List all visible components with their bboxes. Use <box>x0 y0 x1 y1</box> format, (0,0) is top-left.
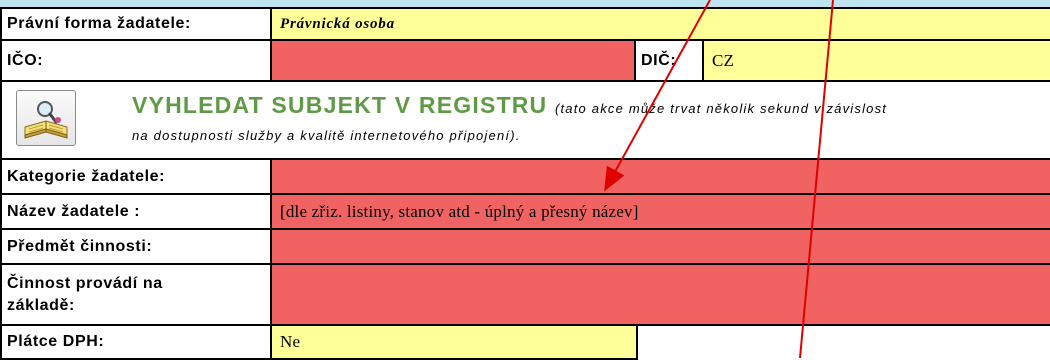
name-field[interactable]: [dle zřiz. listiny, stanov atd - úplný a… <box>272 195 1050 230</box>
subject-field[interactable] <box>272 230 1050 265</box>
vat-value: Ne <box>280 332 301 351</box>
name-label-text: Název žadatele : <box>7 202 141 220</box>
vat-field[interactable]: Ne <box>272 326 638 360</box>
row-basis: Činnost provádí na základě: <box>0 265 1050 326</box>
row-ico-dic: IČO: DIČ: CZ <box>0 41 1050 82</box>
dic-field[interactable]: CZ <box>704 41 1050 82</box>
registry-search-title-line: VYHLEDAT SUBJEKT V REGISTRU (tato akce m… <box>132 92 887 119</box>
legal-form-label-text: Právní forma žadatele: <box>7 15 191 32</box>
dic-value: CZ <box>712 50 735 70</box>
registry-search-row: VYHLEDAT SUBJEKT V REGISTRU (tato akce m… <box>0 82 1050 160</box>
registry-search-note-1: (tato akce může trvat několik sekund v z… <box>554 101 888 116</box>
row-category: Kategorie žadatele: <box>0 160 1050 195</box>
dic-label-text: DIČ: <box>641 51 677 69</box>
header-strip <box>0 0 1050 9</box>
registry-search-title[interactable]: VYHLEDAT SUBJEKT V REGISTRU <box>132 92 547 118</box>
ico-label: IČO: <box>0 41 272 82</box>
category-label-text: Kategorie žadatele: <box>7 167 166 185</box>
legal-form-field[interactable]: Právnická osoba <box>272 9 1050 41</box>
name-label: Název žadatele : <box>0 195 272 230</box>
category-label: Kategorie žadatele: <box>0 160 272 195</box>
subject-label-text: Předmět činnosti: <box>7 237 153 255</box>
subject-label: Předmět činnosti: <box>0 230 272 265</box>
basis-field[interactable] <box>272 265 1050 326</box>
vat-label: Plátce DPH: <box>0 326 272 360</box>
book-search-icon <box>24 101 68 139</box>
name-value: [dle zřiz. listiny, stanov atd - úplný a… <box>280 201 639 221</box>
row-name: Název žadatele : [dle zřiz. listiny, sta… <box>0 195 1050 230</box>
legal-form-label: Právní forma žadatele: <box>0 9 272 41</box>
ico-label-text: IČO: <box>7 51 44 69</box>
registry-search-button[interactable] <box>16 90 76 146</box>
vat-label-text: Plátce DPH: <box>7 333 105 350</box>
category-field[interactable] <box>272 160 1050 195</box>
basis-label: Činnost provádí na základě: <box>0 265 272 326</box>
legal-form-value: Právnická osoba <box>280 15 395 32</box>
row-subject: Předmět činnosti: <box>0 230 1050 265</box>
row-legal-form: Právní forma žadatele: Právnická osoba <box>0 9 1050 41</box>
dic-label: DIČ: <box>636 41 704 82</box>
row-vat: Plátce DPH: Ne <box>0 326 1050 360</box>
ico-field[interactable] <box>272 41 636 82</box>
basis-label-text: Činnost provádí na základě: <box>7 274 163 314</box>
registry-search-note-2: na dostupnosti služby a kvalitě internet… <box>132 128 521 143</box>
